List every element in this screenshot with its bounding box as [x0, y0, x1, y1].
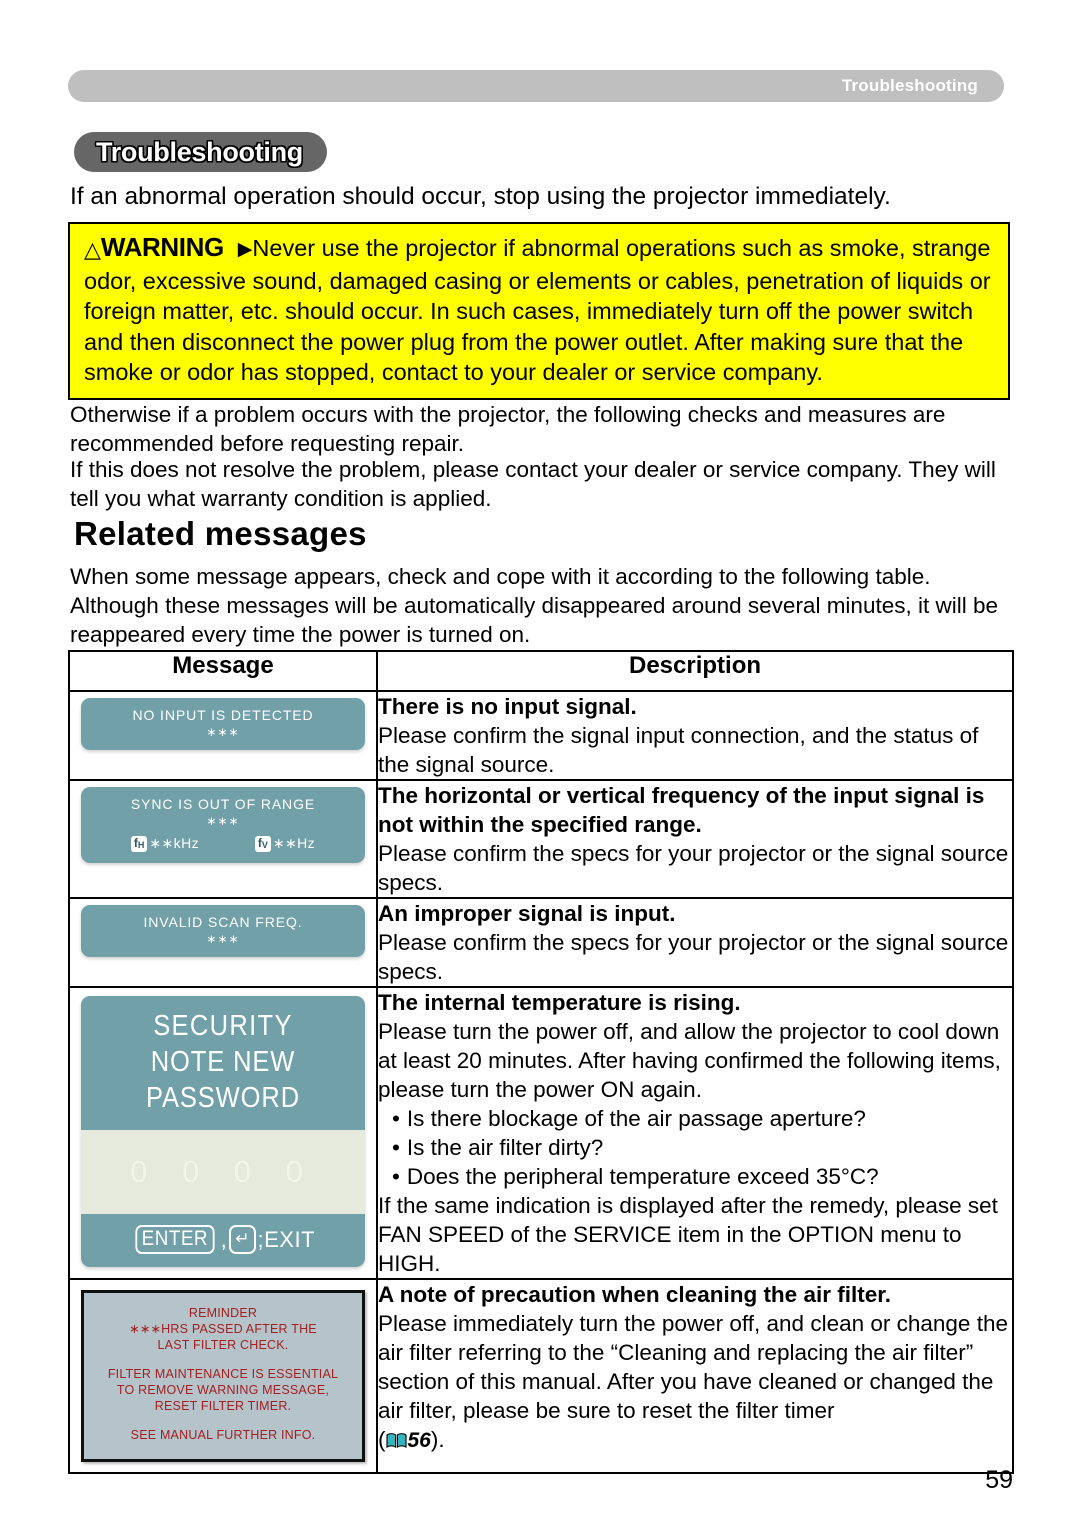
fh-badge: fH [130, 835, 148, 852]
osd-message-line: NO INPUT IS DETECTED [132, 707, 314, 723]
exit-key-hint: ;EXIT [257, 1226, 316, 1252]
reminder-line: TO REMOVE WARNING MESSAGE, [116, 1383, 330, 1397]
warning-triangle-icon: △ [84, 237, 101, 262]
description-cell: The horizontal or vertical frequency of … [376, 779, 1014, 899]
description-body: Please immediately turn the power off, a… [378, 1309, 1012, 1455]
security-title: SECURITY [153, 1010, 293, 1042]
description-cell: A note of precaution when cleaning the a… [376, 1278, 1014, 1474]
reminder-spacer [90, 1414, 356, 1427]
description-title: The internal temperature is rising. [378, 990, 741, 1015]
warning-label: WARNING [100, 232, 224, 262]
osd-security-panel: SECURITY NOTE NEW PASSWORD 0 0 0 0 ENTER… [81, 996, 365, 1267]
table-row: SECURITY NOTE NEW PASSWORD 0 0 0 0 ENTER… [68, 986, 1014, 1280]
paragraph-otherwise: Otherwise if a problem occurs with the p… [70, 402, 946, 456]
message-cell: REMINDER ∗∗∗HRS PASSED AFTER THE LAST FI… [68, 1278, 378, 1474]
table-row: NO INPUT IS DETECTED ∗∗∗ There is no inp… [68, 690, 1014, 781]
vertical-frequency-item: fV ∗∗Hz [254, 835, 316, 852]
reminder-spacer [90, 1353, 356, 1366]
book-icon [385, 1432, 407, 1449]
osd-no-input-detected: NO INPUT IS DETECTED ∗∗∗ [81, 698, 365, 750]
paragraph-unresolved: If this does not resolve the problem, pl… [70, 457, 996, 511]
osd-sync-out-of-range: SYNC IS OUT OF RANGE ∗∗∗ fH ∗∗kHz fV ∗∗H… [81, 787, 365, 863]
security-password-area: 0 0 0 0 [81, 1130, 365, 1214]
fh-badge-subscript: H [137, 839, 145, 850]
osd-stars-line: ∗∗∗ [206, 932, 240, 946]
key-hint-separator: , [220, 1226, 228, 1252]
message-cell: INVALID SCAN FREQ. ∗∗∗ [68, 897, 378, 988]
description-cell: An improper signal is input. Please conf… [376, 897, 1014, 988]
return-arrow-icon: ↵ [229, 1225, 256, 1254]
right-triangle-icon: ▶ [237, 239, 253, 260]
osd-reminder-panel: REMINDER ∗∗∗HRS PASSED AFTER THE LAST FI… [81, 1290, 365, 1462]
description-title: A note of precaution when cleaning the a… [378, 1282, 891, 1307]
section-intro-text: If an abnormal operation should occur, s… [70, 183, 891, 210]
message-cell: SECURITY NOTE NEW PASSWORD 0 0 0 0 ENTER… [68, 986, 378, 1280]
bullet-item: Is the air filter dirty? [392, 1133, 1012, 1162]
horizontal-frequency-item: fH ∗∗kHz [130, 835, 199, 852]
paragraph-related-messages: When some message appears, check and cop… [70, 564, 999, 647]
osd-stars-line: ∗∗∗ [206, 725, 240, 739]
description-title: The horizontal or vertical frequency of … [378, 783, 985, 837]
table-row: SYNC IS OUT OF RANGE ∗∗∗ fH ∗∗kHz fV ∗∗H… [68, 779, 1014, 899]
description-body: Please confirm the signal input connecti… [378, 723, 979, 777]
enter-key-hint: ENTER [135, 1225, 215, 1254]
fv-badge-subscript: V [261, 839, 268, 850]
reminder-line: RESET FILTER TIMER. [154, 1399, 292, 1413]
bullet-item: Is there blockage of the air passage ape… [392, 1104, 1012, 1133]
fh-value: ∗∗kHz [149, 835, 199, 851]
security-key-hints: ENTER , ↵ ;EXIT [81, 1214, 365, 1267]
fv-value: ∗∗Hz [272, 835, 316, 851]
table-row: INVALID SCAN FREQ. ∗∗∗ An improper signa… [68, 897, 1014, 988]
fv-badge: fV [254, 835, 271, 852]
column-header-description: Description [376, 650, 1014, 692]
description-body: Please turn the power off, and allow the… [378, 1019, 1001, 1102]
page-reference-number: 56 [407, 1429, 431, 1452]
running-header: Troubleshooting [68, 70, 1004, 102]
description-footer: If the same indication is displayed afte… [378, 1193, 998, 1276]
osd-frequency-row: fH ∗∗kHz fV ∗∗Hz [81, 835, 365, 852]
security-header: SECURITY NOTE NEW PASSWORD [81, 996, 365, 1130]
osd-invalid-scan-freq: INVALID SCAN FREQ. ∗∗∗ [81, 905, 365, 957]
warning-text-block: △WARNING ▶Never use the projector if abno… [84, 232, 996, 388]
page-number: 59 [985, 1466, 1013, 1494]
warning-box: △WARNING ▶Never use the projector if abno… [68, 222, 1010, 400]
message-cell: NO INPUT IS DETECTED ∗∗∗ [68, 690, 378, 781]
bullet-item: Does the peripheral temperature exceed 3… [392, 1162, 1012, 1191]
reminder-line: FILTER MAINTENANCE IS ESSENTIAL [107, 1367, 339, 1381]
security-subtitle: NOTE NEW PASSWORD [145, 1046, 301, 1114]
message-cell: SYNC IS OUT OF RANGE ∗∗∗ fH ∗∗kHz fV ∗∗H… [68, 779, 378, 899]
related-messages-heading: Related messages [74, 515, 367, 552]
reminder-line: SEE MANUAL FURTHER INFO. [130, 1428, 316, 1442]
password-digits: 0 0 0 0 [130, 1154, 316, 1189]
description-bullets: Is there blockage of the air passage ape… [378, 1104, 1012, 1191]
page-reference-close: ). [430, 1427, 445, 1452]
description-title: An improper signal is input. [378, 901, 676, 926]
page-title: Troubleshooting [96, 136, 303, 167]
related-messages-table: Message Description NO INPUT IS DETECTED… [68, 650, 1014, 1474]
running-header-label: Troubleshooting [841, 76, 978, 95]
description-cell: There is no input signal. Please confirm… [376, 690, 1014, 781]
description-body: Please confirm the specs for your projec… [378, 930, 1009, 984]
table-header-row: Message Description [68, 650, 1014, 692]
description-body-text: Please immediately turn the power off, a… [378, 1311, 1008, 1423]
osd-stars-line: ∗∗∗ [206, 814, 240, 828]
osd-message-line: SYNC IS OUT OF RANGE [130, 796, 316, 812]
section-title-pill: Troubleshooting [74, 132, 327, 172]
osd-message-line: INVALID SCAN FREQ. [143, 914, 303, 930]
page-reference-open: ( [378, 1427, 386, 1452]
description-body: Please confirm the specs for your projec… [378, 841, 1009, 895]
reminder-line: ∗∗∗HRS PASSED AFTER THE [129, 1322, 317, 1336]
column-header-message: Message [68, 650, 378, 692]
description-cell: The internal temperature is rising. Plea… [376, 986, 1014, 1280]
table-row: REMINDER ∗∗∗HRS PASSED AFTER THE LAST FI… [68, 1278, 1014, 1474]
description-title: There is no input signal. [378, 694, 637, 719]
reminder-line: LAST FILTER CHECK. [157, 1338, 289, 1352]
reminder-line: REMINDER [188, 1306, 258, 1320]
